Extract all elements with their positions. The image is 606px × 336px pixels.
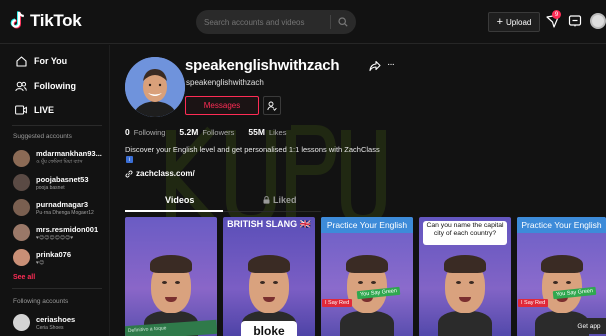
profile-bio: Discover your English level and get pers… [125, 145, 380, 154]
users-icon [15, 80, 27, 92]
video-word-card: bloke [241, 321, 297, 336]
sidebar: For You Following LIVE Suggested account… [0, 45, 110, 336]
search-input[interactable] [204, 17, 330, 27]
follow-user-button[interactable] [263, 96, 281, 115]
account-name: poojabasnet53 [36, 174, 89, 184]
likes-count: 55M [248, 127, 265, 137]
tab-active-indicator [125, 210, 223, 212]
live-icon [15, 104, 27, 116]
profile-username: speakenglishwithzach [185, 57, 340, 74]
inbox-icon[interactable] [568, 14, 582, 28]
tab-liked[interactable]: Liked [263, 195, 297, 205]
video-caption: BRITISH SLANG 🇬🇧 [227, 219, 311, 229]
lock-icon [263, 196, 270, 204]
nav-live[interactable]: LIVE [15, 104, 54, 116]
suggested-account-item[interactable]: purnadmagar3 Pu·rna Dhenga Mogaer12 [13, 199, 94, 216]
profile-main: speakenglishwithzach speakenglishwithzac… [111, 45, 606, 336]
nav-label: Following [34, 81, 76, 91]
account-subtitle: Ceria Shoes [36, 324, 64, 331]
account-subtitle: ♥😊 [36, 259, 45, 266]
suggested-account-item[interactable]: mdarmankhan93... ও মুঁয় ফেমিদা মিয়া ব্… [13, 149, 102, 167]
nav-label: For You [34, 56, 68, 66]
account-subtitle: pooja basnet [36, 184, 65, 191]
search-icon [338, 17, 348, 27]
video-caption: Practice Your English [517, 217, 606, 233]
link-icon [125, 169, 133, 178]
profile-link-text: zachclass.com/ [136, 169, 195, 178]
profile-handle: speakenglishwithzach [186, 78, 264, 87]
video-thumbnail[interactable]: BRITISH SLANG 🇬🇧 bloke [223, 217, 315, 336]
following-label: Following [133, 128, 166, 137]
tag-red: I Say Red [518, 299, 549, 307]
account-name: mdarmankhan93... [36, 149, 102, 158]
share-icon[interactable] [369, 60, 381, 72]
suggested-account-item[interactable]: poojabasnet53 pooja basnet [13, 174, 89, 191]
info-badge: i [126, 156, 133, 163]
upload-button[interactable]: + Upload [488, 12, 540, 32]
suggested-accounts-heading: Suggested accounts [13, 133, 72, 140]
account-avatar [13, 174, 30, 191]
account-avatar [13, 149, 30, 167]
following-accounts-heading: Following accounts [13, 298, 69, 305]
sidebar-divider [12, 125, 102, 126]
nav-following[interactable]: Following [15, 80, 76, 92]
tab-videos[interactable]: Videos [165, 195, 194, 205]
see-all-link[interactable]: See all [13, 274, 35, 281]
following-count: 0 [125, 127, 130, 137]
account-avatar [13, 249, 30, 266]
account-name: purnadmagar3 [36, 199, 89, 209]
followers-count: 5.2M [179, 127, 199, 137]
top-header: TikTok + Upload 9 [0, 0, 606, 44]
account-avatar [13, 199, 30, 216]
likes-label: Likes [268, 128, 287, 137]
profile-avatar [125, 57, 185, 117]
user-check-icon [267, 101, 277, 111]
search-button[interactable] [331, 10, 355, 34]
account-subtitle: ♥😊😊😊😊😊😊♥ [36, 234, 74, 241]
nav-for-you[interactable]: For You [15, 55, 67, 67]
logo-text: TikTok [30, 11, 82, 30]
tag-red: I Say Red [322, 299, 353, 307]
suggested-account-item[interactable]: mrs.resmidon001 ♥😊😊😊😊😊😊♥ [13, 224, 98, 241]
home-icon [15, 55, 27, 67]
profile-tabs: Videos Liked [125, 190, 321, 212]
search-box[interactable] [196, 10, 356, 34]
video-thumbnail[interactable]: Can you name the capital city of each co… [419, 217, 511, 336]
video-caption: Can you name the capital city of each co… [423, 221, 507, 245]
account-subtitle: ও মুঁয় ফেমিদা মিয়া ব্যাস [36, 159, 83, 165]
account-avatar [13, 314, 30, 331]
tiktok-note-icon [10, 11, 24, 29]
account-subtitle: Pu·rna Dhenga Mogaer12 [36, 209, 94, 216]
video-thumbnail[interactable]: Practice Your English You Say Green I Sa… [321, 217, 413, 336]
following-account-item[interactable]: ceriashoes Ceria Shoes [13, 314, 75, 331]
account-name: prinka076 [36, 249, 72, 259]
account-name: ceriashoes [36, 314, 76, 324]
profile-link[interactable]: zachclass.com/ [125, 169, 195, 178]
profile-stats: 0 Following 5.2M Followers 55M Likes [125, 127, 286, 137]
inbox-badge: 9 [552, 10, 561, 19]
video-caption: Practice Your English [321, 217, 413, 233]
video-thumbnail[interactable]: Definitivo a toque [125, 217, 217, 336]
plus-icon: + [496, 15, 504, 28]
account-avatar [13, 224, 30, 241]
suggested-account-item[interactable]: prinka076 ♥😊 [13, 249, 71, 266]
get-app-button[interactable]: Get app [572, 318, 606, 334]
upload-label: Upload [506, 17, 532, 27]
account-name: mrs.resmidon001 [36, 224, 99, 234]
nav-label: LIVE [34, 105, 55, 115]
followers-label: Followers [202, 128, 235, 137]
user-avatar[interactable] [590, 13, 606, 29]
more-options-icon[interactable]: ··· [387, 59, 395, 70]
messages-button[interactable]: Messages [185, 96, 259, 115]
sidebar-divider [12, 288, 102, 289]
tab-liked-label: Liked [273, 195, 297, 205]
tiktok-logo[interactable]: TikTok [10, 11, 82, 31]
